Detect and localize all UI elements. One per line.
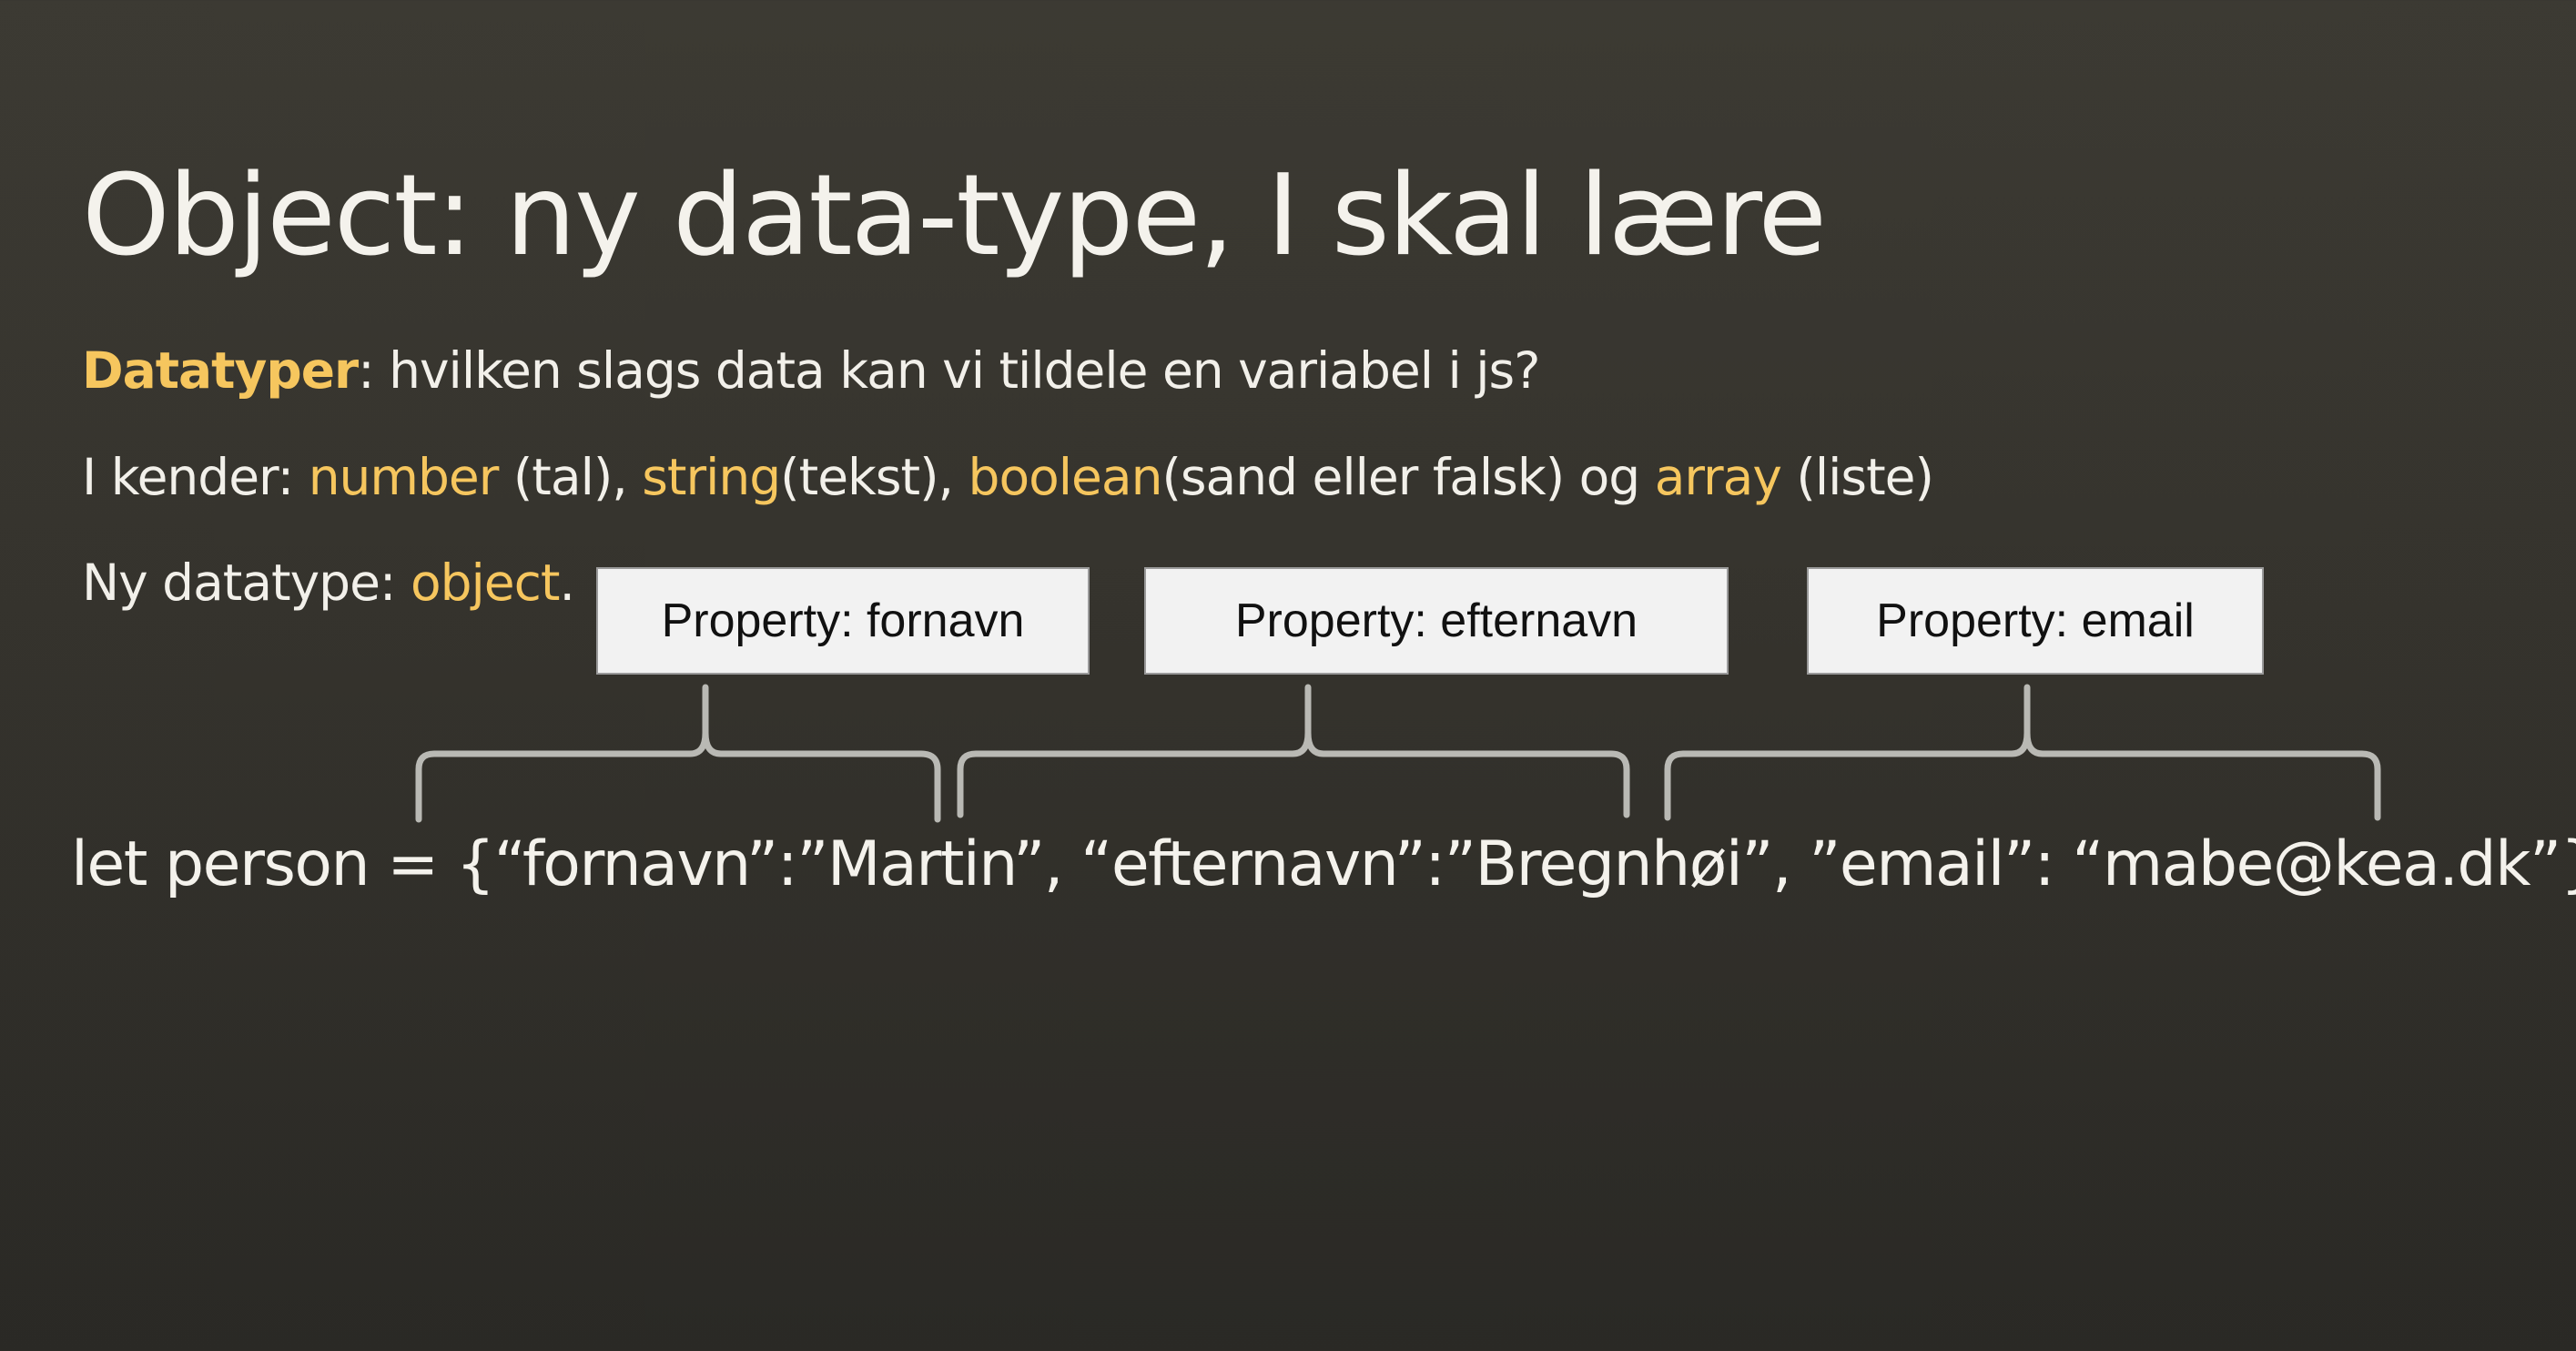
code-example: let person = {“fornavn”:”Martin”, “efter…: [71, 828, 2576, 900]
brace-group: [415, 684, 2381, 823]
brace-email: [1664, 684, 2381, 821]
brace-fornavn: [415, 684, 941, 823]
brace-efternavn: [957, 684, 1630, 818]
